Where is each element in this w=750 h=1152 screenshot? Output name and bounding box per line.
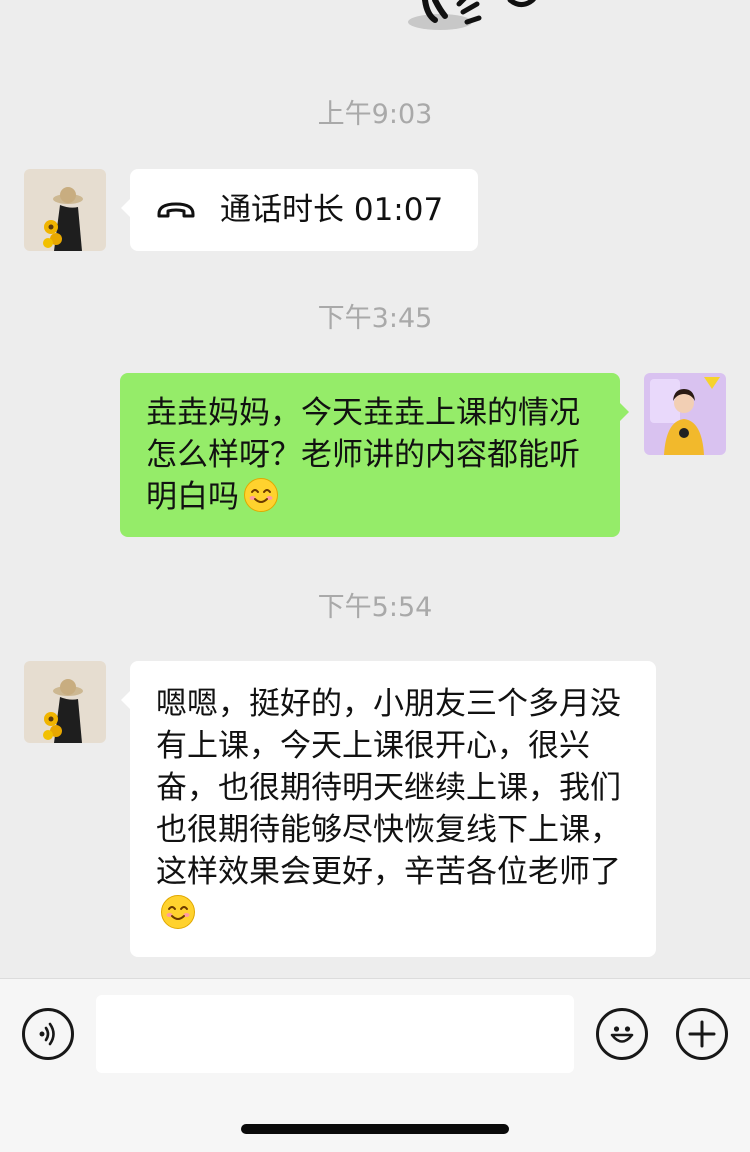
timestamp: 上午9:03 — [317, 99, 433, 130]
smile-emoji-icon — [244, 478, 278, 512]
contact-avatar[interactable] — [24, 661, 106, 743]
contact-message-bubble[interactable]: 嗯嗯，挺好的，小朋友三个多月没有上课，今天上课很开心，很兴奋，也很期待明天继续上… — [121, 661, 656, 957]
emoji-button[interactable] — [596, 1008, 648, 1060]
voice-button[interactable] — [22, 1008, 74, 1060]
message-text: 嗯嗯，挺好的，小朋友三个多月没有上课，今天上课很开心，很兴奋，也很期待明天继续上… — [156, 686, 621, 890]
chat-input-bar — [0, 978, 750, 1152]
self-avatar[interactable] — [644, 373, 726, 455]
call-record-bubble[interactable]: 通话时长 01:07 — [121, 169, 478, 251]
home-indicator — [241, 1124, 509, 1134]
more-button[interactable] — [676, 1008, 728, 1060]
timestamp: 下午5:54 — [317, 592, 433, 623]
message-input[interactable] — [96, 995, 574, 1073]
smile-emoji-icon — [161, 895, 195, 929]
message-text: 垚垚妈妈，今天垚垚上课的情况怎么样呀？老师讲的内容都能听明白吗 — [146, 395, 580, 515]
phone-hangup-icon — [157, 202, 195, 218]
self-message-bubble[interactable]: 垚垚妈妈，今天垚垚上课的情况怎么样呀？老师讲的内容都能听明白吗 — [120, 373, 629, 537]
timestamp: 下午3:45 — [317, 303, 433, 334]
plus-icon — [688, 1020, 716, 1048]
contact-avatar[interactable] — [24, 169, 106, 251]
call-duration-label: 通话时长 01:07 — [220, 192, 444, 228]
voice-icon — [39, 1022, 55, 1046]
emoji-icon — [610, 1026, 634, 1043]
sticker-image — [408, 0, 536, 30]
